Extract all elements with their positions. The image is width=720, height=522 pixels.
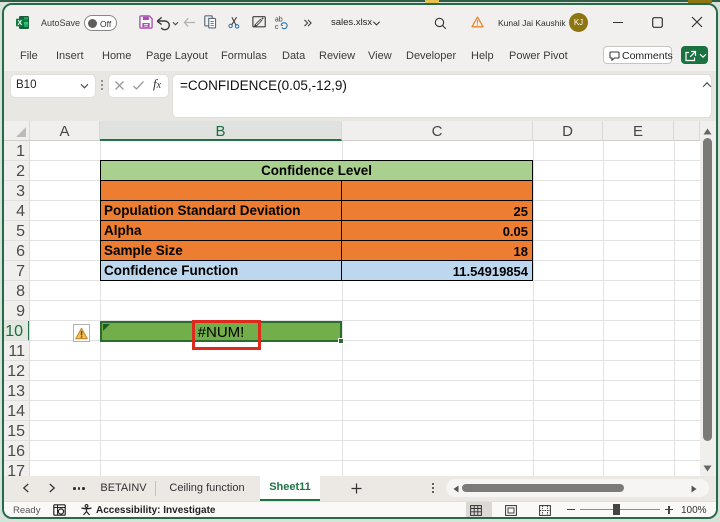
- svg-text:c: c: [275, 24, 279, 30]
- svg-text:ab: ab: [275, 17, 283, 24]
- svg-text:X: X: [18, 20, 23, 27]
